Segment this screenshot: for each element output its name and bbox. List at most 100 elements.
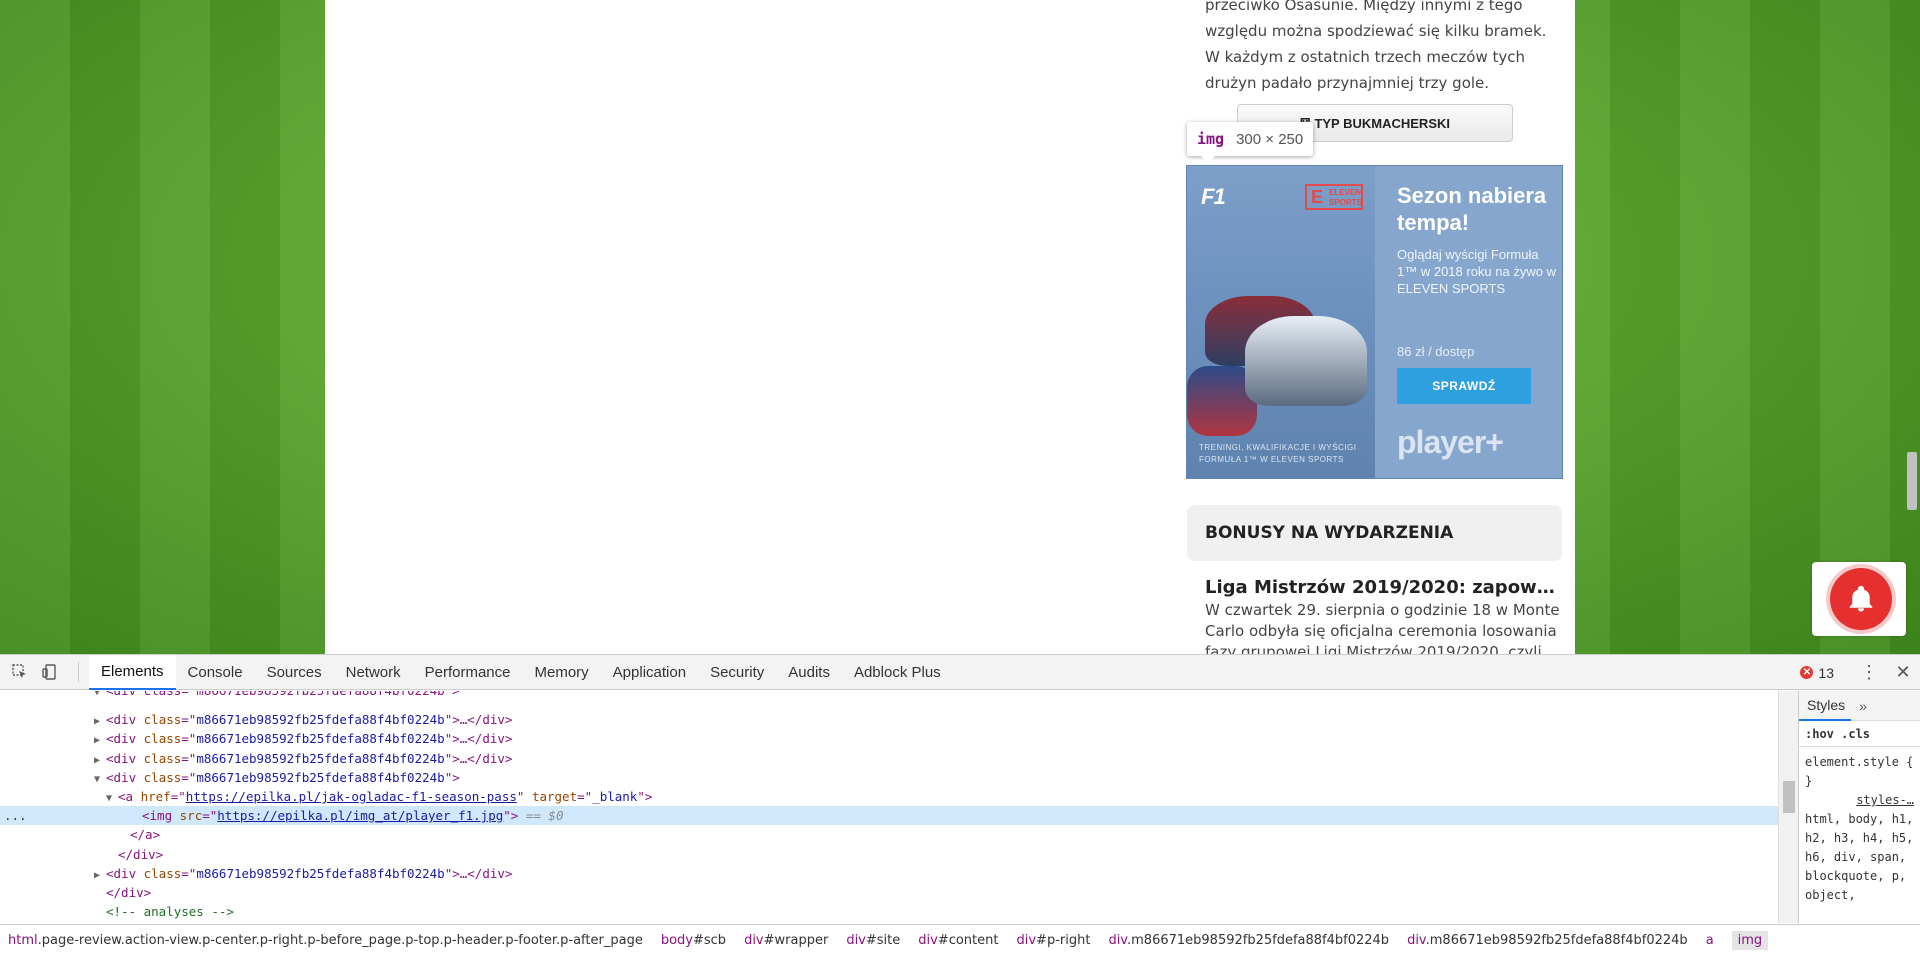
kebab-menu-icon[interactable]: ⋮ [1852, 655, 1886, 690]
breadcrumb-item-div[interactable]: div.m86671eb98592fb25fdefa88f4bf0224b [1407, 933, 1688, 948]
inspect-element-icon[interactable] [10, 662, 30, 682]
breadcrumb-item-div[interactable]: div#wrapper [744, 933, 828, 948]
inspect-tooltip: img 300 × 250 [1187, 122, 1314, 163]
expand-triangle-icon[interactable]: ▶ [94, 731, 106, 750]
dom-node-line[interactable]: </div> [0, 845, 1778, 864]
breadcrumb-item-img[interactable]: img [1731, 930, 1769, 950]
dom-node-line[interactable]: ▶ <div class="m86671eb98592fb25fdefa88f4b… [0, 729, 1778, 748]
tooltip-dimensions: 300 × 250 [1236, 130, 1304, 148]
breadcrumb-item-div[interactable]: div#site [846, 933, 900, 948]
dom-attr-value: m86671eb98592fb25fdefa88f4bf0224b [196, 750, 445, 766]
node-menu-ellipsis[interactable]: ... [4, 806, 27, 825]
dom-tree-scrollbar[interactable] [1778, 691, 1798, 923]
stylesheet-link[interactable]: styles-… [1805, 791, 1914, 810]
dom-node-line[interactable]: ▼<div class="m86671eb98592fb25fdefa88f4b… [0, 768, 1778, 787]
f1-logo: F1 [1201, 184, 1226, 209]
dom-tag-open: <a [118, 789, 141, 804]
dom-eq: =" [202, 808, 218, 824]
dom-tag-close: >…</div> [452, 865, 513, 881]
page-scrollbar[interactable] [1903, 0, 1920, 654]
device-toolbar-icon[interactable] [40, 662, 60, 682]
collapse-triangle-icon[interactable]: ▼ [94, 770, 106, 789]
breadcrumb-item-div[interactable]: div#content [918, 933, 998, 948]
tab-network[interactable]: Network [334, 655, 413, 690]
breadcrumb-tag: body [660, 932, 693, 948]
error-count: 13 [1818, 664, 1834, 681]
expand-triangle-icon[interactable]: ▶ [94, 751, 106, 770]
collapse-triangle-icon[interactable]: ▼ [106, 789, 118, 808]
dom-comment: <!-- analyses --> [106, 904, 234, 920]
dom-node-line[interactable]: <!-- analyses --> [0, 902, 1778, 921]
dom-node-line[interactable]: ▼ <a href="https://epilka.pl/jak-ogladac-… [0, 787, 1778, 806]
ad-check-button[interactable]: SPRAWDŹ [1397, 368, 1531, 404]
tab-console[interactable]: Console [176, 655, 255, 690]
style-rule-close: } [1805, 774, 1813, 788]
tab-security[interactable]: Security [698, 655, 776, 690]
dom-attr-link[interactable]: https://epilka.pl/jak-ogladac-f1-season-… [186, 789, 517, 804]
styles-rules: element.style { } styles-… html, body, h… [1799, 747, 1920, 911]
tab-elements[interactable]: Elements [89, 654, 176, 690]
f1-ad-banner[interactable]: F1 ELEVEN SPORTS TRENINGI, KWALIFIKACJE … [1186, 165, 1563, 479]
tab-audits[interactable]: Audits [776, 655, 842, 690]
more-tabs-icon[interactable]: » [1859, 698, 1867, 714]
article-text: przeciwko Osasunie. Między innymi z tego… [1205, 0, 1547, 92]
expand-triangle-icon[interactable]: ▶ [94, 866, 106, 885]
dom-attr-link[interactable]: https://epilka.pl/img_at/player_f1.jpg [217, 808, 503, 823]
error-icon: ✕ [1800, 666, 1814, 679]
breadcrumb-item-body[interactable]: body#scb [661, 933, 726, 948]
dom-closing-tag: </a> [130, 827, 161, 843]
close-icon[interactable]: ✕ [1886, 655, 1920, 690]
tab-styles[interactable]: Styles [1799, 691, 1852, 721]
breadcrumb-tag: img [1737, 932, 1763, 948]
breadcrumb-selector: #site [865, 932, 901, 948]
dom-node-line[interactable]: ▶ <div class="m86671eb98592fb25fdefa88f4b… [0, 710, 1778, 729]
tab-sources[interactable]: Sources [255, 655, 334, 690]
breadcrumb-selector: .m86671eb98592fb25fdefa88f4bf0224b [1127, 932, 1390, 948]
dom-attr-name: class [143, 731, 182, 747]
bonus-section-header: BONUSY NA WYDARZENIA [1187, 505, 1562, 561]
ad-footnote: TRENINGI, KWALIFIKACJE I WYŚCIGI FORMUŁA… [1199, 443, 1357, 464]
styles-pane: Styles » :hov .cls element.style { } sty… [1798, 691, 1920, 923]
ad-headline: Sezon nabiera tempa! [1397, 183, 1547, 235]
breadcrumb-item-html[interactable]: html.page-review.action-view.p-center.p-… [8, 933, 643, 948]
breadcrumb-item-a[interactable]: a [1706, 933, 1714, 948]
bell-icon[interactable] [1830, 568, 1892, 630]
dom-tree-scrollbar-thumb[interactable] [1783, 781, 1795, 813]
breadcrumb-item-div[interactable]: div#p-right [1016, 933, 1090, 948]
dom-node-line[interactable]: ▶ <div class="m86671eb98592fb25fdefa88f4b… [0, 749, 1778, 768]
dom-node-line[interactable]: ▶ <div class="m86671eb98592fb25fdefa88f4b… [0, 864, 1778, 883]
breadcrumb-item-div[interactable]: div.m86671eb98592fb25fdefa88f4bf0224b [1108, 933, 1389, 948]
notification-widget[interactable] [1812, 562, 1906, 636]
dom-node-line[interactable]: ▶<div class="module_m358ab6d4521b3ebd743… [0, 921, 1778, 923]
dom-eq: =" [181, 865, 197, 881]
breadcrumb-tag: a [1705, 932, 1714, 948]
dom-attr-name: class [143, 750, 182, 766]
devtools-tabs: Elements Console Sources Network Performance… [89, 654, 953, 690]
dom-node-line[interactable]: </div> [0, 883, 1778, 902]
styles-filter[interactable]: :hov .cls [1799, 721, 1920, 747]
breadcrumb-selector: #wrapper [763, 932, 829, 948]
tab-application[interactable]: Application [601, 655, 698, 690]
dom-node-line[interactable]: </a> [0, 825, 1778, 844]
collapse-triangle-icon[interactable]: ▼ [94, 691, 106, 702]
page-scrollbar-thumb[interactable] [1907, 452, 1917, 510]
breadcrumb-tag: div [1016, 932, 1037, 948]
selected-node-marker: == $0 [518, 808, 564, 824]
breadcrumb: html.page-review.action-view.p-center.p-… [0, 924, 1920, 954]
devtools-panel: Elements Console Sources Network Performance… [0, 654, 1920, 954]
dom-attr-value: m86671eb98592fb25fdefa88f4bf0224b [196, 769, 445, 785]
tab-performance[interactable]: Performance [413, 655, 523, 690]
tab-memory[interactable]: Memory [523, 655, 601, 690]
dom-node-line[interactable]: ... <img src="https://epilka.pl/img_at/pl… [0, 806, 1778, 826]
news-title-link[interactable]: Liga Mistrzów 2019/2020: zapowiedź, ... [1205, 577, 1555, 598]
toolbar-divider [78, 662, 79, 682]
dom-quote: " [637, 789, 645, 804]
expand-triangle-icon[interactable]: ▶ [94, 712, 106, 731]
dom-tag-close: >…</div> [452, 750, 513, 766]
dom-node-line[interactable]: ▼<div class="m86671eb98592fb25fdefa88f4b… [0, 691, 1778, 700]
dom-tag-open: <div [106, 865, 144, 881]
tab-adblock-plus[interactable]: Adblock Plus [842, 655, 953, 690]
breadcrumb-tag: div [918, 932, 938, 948]
dom-tree[interactable]: ▼ <div class =" m86671eb98592fb25fdefa88f4b… [0, 691, 1778, 923]
error-counter[interactable]: ✕ 13 [1800, 665, 1834, 681]
